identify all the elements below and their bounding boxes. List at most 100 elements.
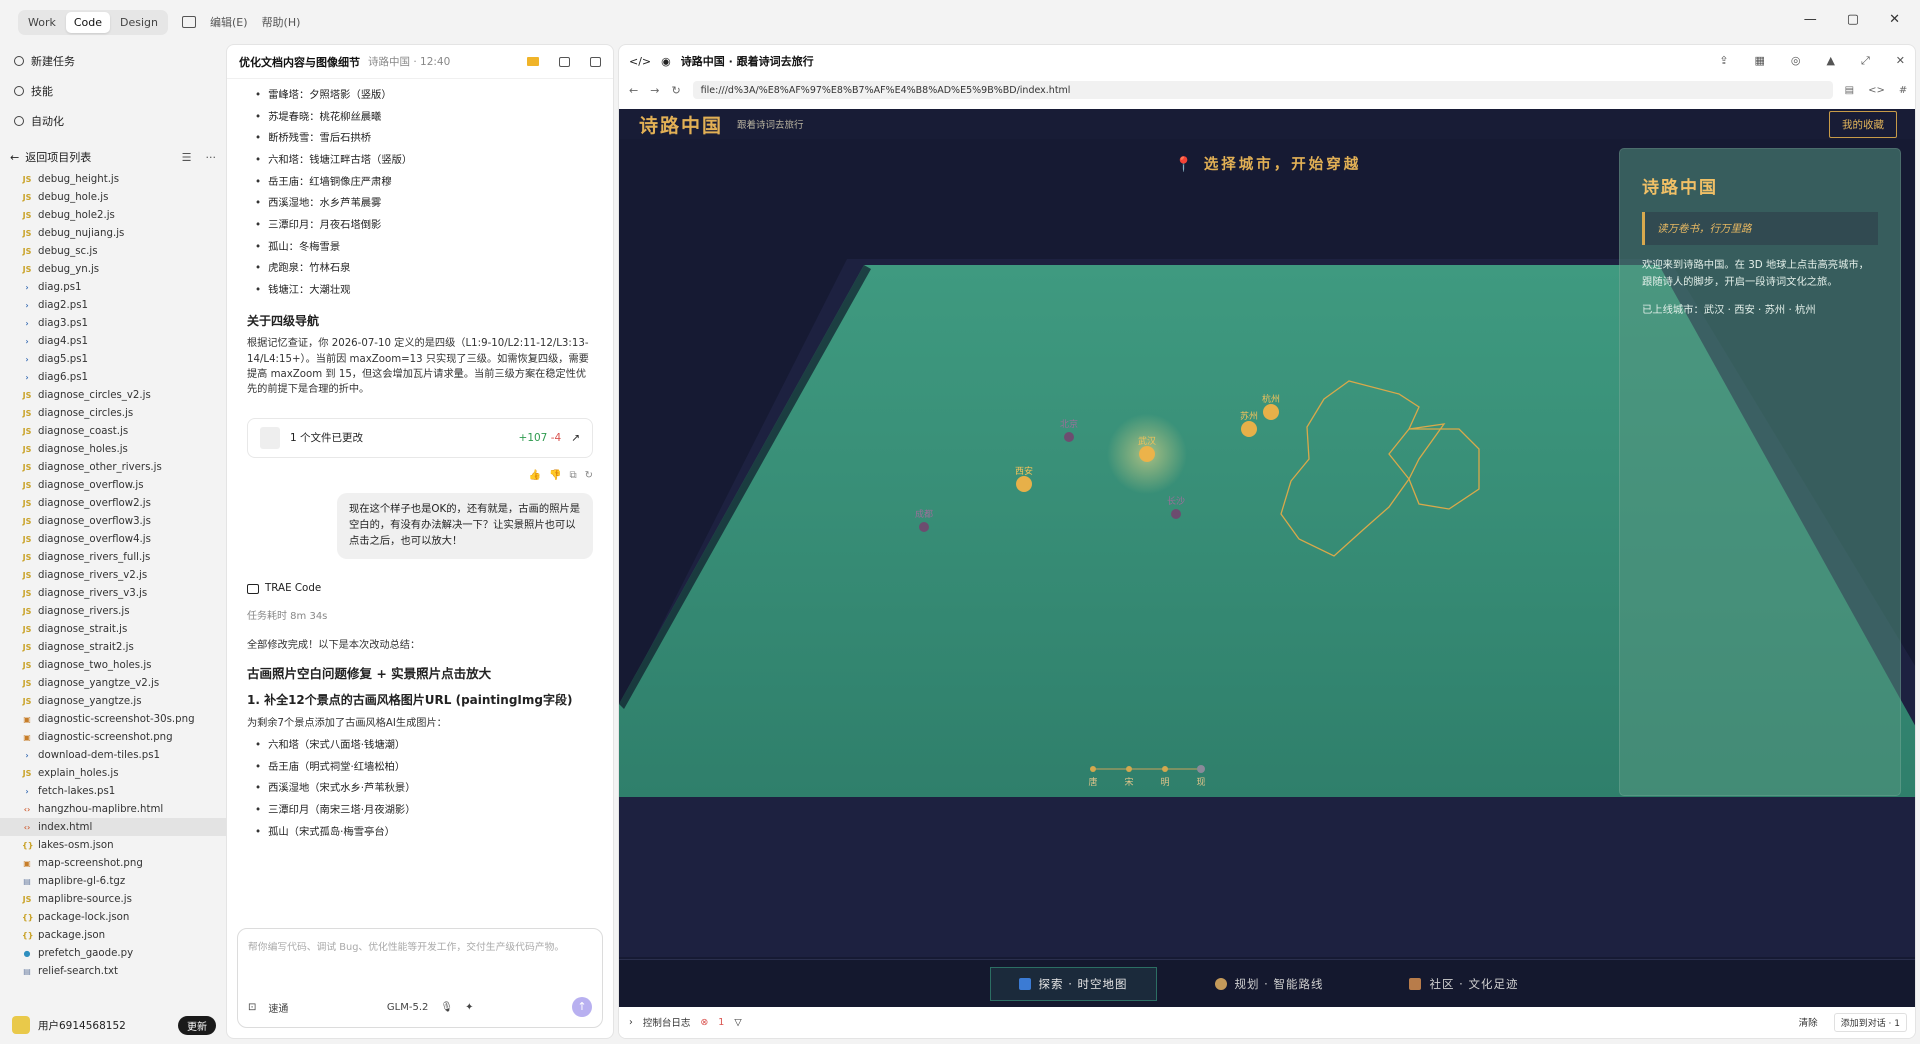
mode-design[interactable]: Design [112,12,166,33]
file-item[interactable]: ▣ diagnostic-screenshot-30s.png [0,710,226,728]
expand-icon[interactable]: ⤢ [1861,54,1870,68]
file-item[interactable]: › diag2.ps1 [0,296,226,314]
sidebar-item-new-task[interactable]: 新建任务 [14,46,212,76]
file-item[interactable]: JS diagnose_circles_v2.js [0,386,226,404]
chat-input[interactable]: 帮你编写代码、调试 Bug、优化性能等开发工作，交付生产级代码产物。 ⊡ 速通 … [237,928,603,1028]
forward-icon[interactable]: → [650,84,659,97]
file-item[interactable]: JS debug_hole2.js [0,206,226,224]
close-panel-icon[interactable]: ✕ [1896,54,1905,68]
menu-edit[interactable]: 编辑(E) [210,14,248,30]
file-item[interactable]: JS diagnose_two_holes.js [0,656,226,674]
source-icon[interactable]: <> [1868,85,1885,96]
nav-community[interactable]: 社区 · 文化足迹 [1381,968,1546,1000]
file-item[interactable]: JS diagnose_overflow4.js [0,530,226,548]
clear-button[interactable]: 清除 [1799,1015,1818,1029]
update-button[interactable]: 更新 [178,1015,216,1035]
file-item[interactable]: JS diagnose_overflow2.js [0,494,226,512]
file-item[interactable]: {} package.json [0,926,226,944]
file-item[interactable]: › download-dem-tiles.ps1 [0,746,226,764]
sidebar-toggle-icon[interactable] [182,16,197,28]
maximize-icon[interactable]: ▢ [1847,12,1859,27]
open-devtools-icon[interactable]: ▤ [1845,85,1854,96]
file-item[interactable]: › diag.ps1 [0,278,226,296]
nav-plan[interactable]: 规划 · 智能路线 [1187,968,1352,1000]
file-item[interactable]: › diag6.ps1 [0,368,226,386]
add-to-chat-button[interactable]: 添加到对话 · 1 [1833,1012,1907,1032]
file-item[interactable]: ‹› index.html [0,818,226,836]
more-icon[interactable]: ··· [206,151,217,164]
app-logo[interactable]: 诗路中国 [639,111,723,138]
hash-icon[interactable]: # [1899,85,1907,96]
file-item[interactable]: ▣ map-screenshot.png [0,854,226,872]
attach-icon[interactable]: ⊡ [248,1002,256,1013]
file-item[interactable]: JS diagnose_yangtze_v2.js [0,674,226,692]
retry-icon[interactable]: ↻ [585,468,593,484]
file-item[interactable]: ‹› hangzhou-maplibre.html [0,800,226,818]
file-item[interactable]: ▤ relief-search.txt [0,962,226,980]
file-item[interactable]: JS diagnose_other_rivers.js [0,458,226,476]
file-item[interactable]: JS diagnose_strait2.js [0,638,226,656]
elapsed-time[interactable]: 任务耗时 8m 34s [247,609,593,625]
file-item[interactable]: JS diagnose_rivers_v3.js [0,584,226,602]
file-change-card[interactable]: 1 个文件已更改 +107 -4 ↗ [247,417,593,458]
sidebar-item-automation[interactable]: 自动化 [14,106,212,136]
grid-icon[interactable]: ▦ [1754,54,1764,68]
open-external-icon[interactable]: ↗ [571,430,580,446]
favorites-button[interactable]: 我的收藏 [1829,110,1897,138]
window-icon[interactable] [559,56,570,67]
inspect-icon[interactable]: ◎ [1791,54,1801,68]
file-item[interactable]: JS explain_holes.js [0,764,226,782]
folder-icon[interactable] [527,57,539,66]
file-item[interactable]: ▤ maplibre-gl-6.tgz [0,872,226,890]
filter-icon[interactable]: ▽ [734,1017,741,1028]
file-item[interactable]: {} package-lock.json [0,908,226,926]
file-item[interactable]: ● prefetch_gaode.py [0,944,226,962]
file-item[interactable]: JS diagnose_rivers_full.js [0,548,226,566]
avatar[interactable] [12,1016,30,1034]
file-item[interactable]: JS diagnose_coast.js [0,422,226,440]
file-item[interactable]: JS diagnose_holes.js [0,440,226,458]
timeline-slider[interactable] [1059,757,1233,797]
file-item[interactable]: JS debug_height.js [0,170,226,188]
share-icon[interactable]: ⇪ [1719,54,1728,68]
file-item[interactable]: ▣ diagnostic-screenshot.png [0,728,226,746]
file-item[interactable]: JS debug_nujiang.js [0,224,226,242]
mode-work[interactable]: Work [20,12,64,33]
file-item[interactable]: › fetch-lakes.ps1 [0,782,226,800]
pin-icon[interactable]: ▲ [1827,54,1835,68]
console-label[interactable]: 控制台日志 [643,1015,691,1029]
speed-toggle[interactable]: 速通 [268,1000,288,1015]
menu-help[interactable]: 帮助(H) [262,14,301,30]
file-item[interactable]: › diag3.ps1 [0,314,226,332]
url-input[interactable]: file:///d%3A/%E8%AF%97%E8%B7%AF%E4%B8%AD… [692,81,1833,99]
sidebar-item-skills[interactable]: 技能 [14,76,212,106]
thumbs-up-icon[interactable]: 👍 [529,468,541,484]
back-icon[interactable]: ← [629,84,638,97]
file-item[interactable]: JS diagnose_strait.js [0,620,226,638]
back-to-projects[interactable]: ← 返回项目列表 ☰ ··· [0,146,226,168]
file-item[interactable]: JS diagnose_rivers.js [0,602,226,620]
close-icon[interactable]: ✕ [1889,12,1900,27]
file-item[interactable]: › diag5.ps1 [0,350,226,368]
code-icon[interactable]: </> [629,55,651,68]
mode-code[interactable]: Code [65,11,111,33]
file-item[interactable]: JS diagnose_overflow.js [0,476,226,494]
file-item[interactable]: › diag4.ps1 [0,332,226,350]
chevron-right-icon[interactable]: › [629,1017,633,1028]
send-button[interactable]: ↑ [571,997,592,1017]
file-item[interactable]: JS diagnose_circles.js [0,404,226,422]
sparkle-icon[interactable]: ✦ [465,1002,473,1013]
thumbs-down-icon[interactable]: 👎 [549,468,561,484]
eye-icon[interactable]: ◉ [661,55,671,68]
list-view-icon[interactable]: ☰ [182,151,192,164]
file-item[interactable]: JS debug_yn.js [0,260,226,278]
model-select[interactable]: GLM-5.2 [387,1002,428,1013]
file-item[interactable]: JS diagnose_overflow3.js [0,512,226,530]
file-item[interactable]: JS diagnose_yangtze.js [0,692,226,710]
mic-icon[interactable]: 🎙 [440,1002,453,1013]
file-item[interactable]: JS maplibre-source.js [0,890,226,908]
file-item[interactable]: JS diagnose_rivers_v2.js [0,566,226,584]
copy-icon[interactable]: ⧉ [569,468,576,484]
minimize-icon[interactable]: — [1804,12,1817,27]
file-item[interactable]: {} lakes-osm.json [0,836,226,854]
